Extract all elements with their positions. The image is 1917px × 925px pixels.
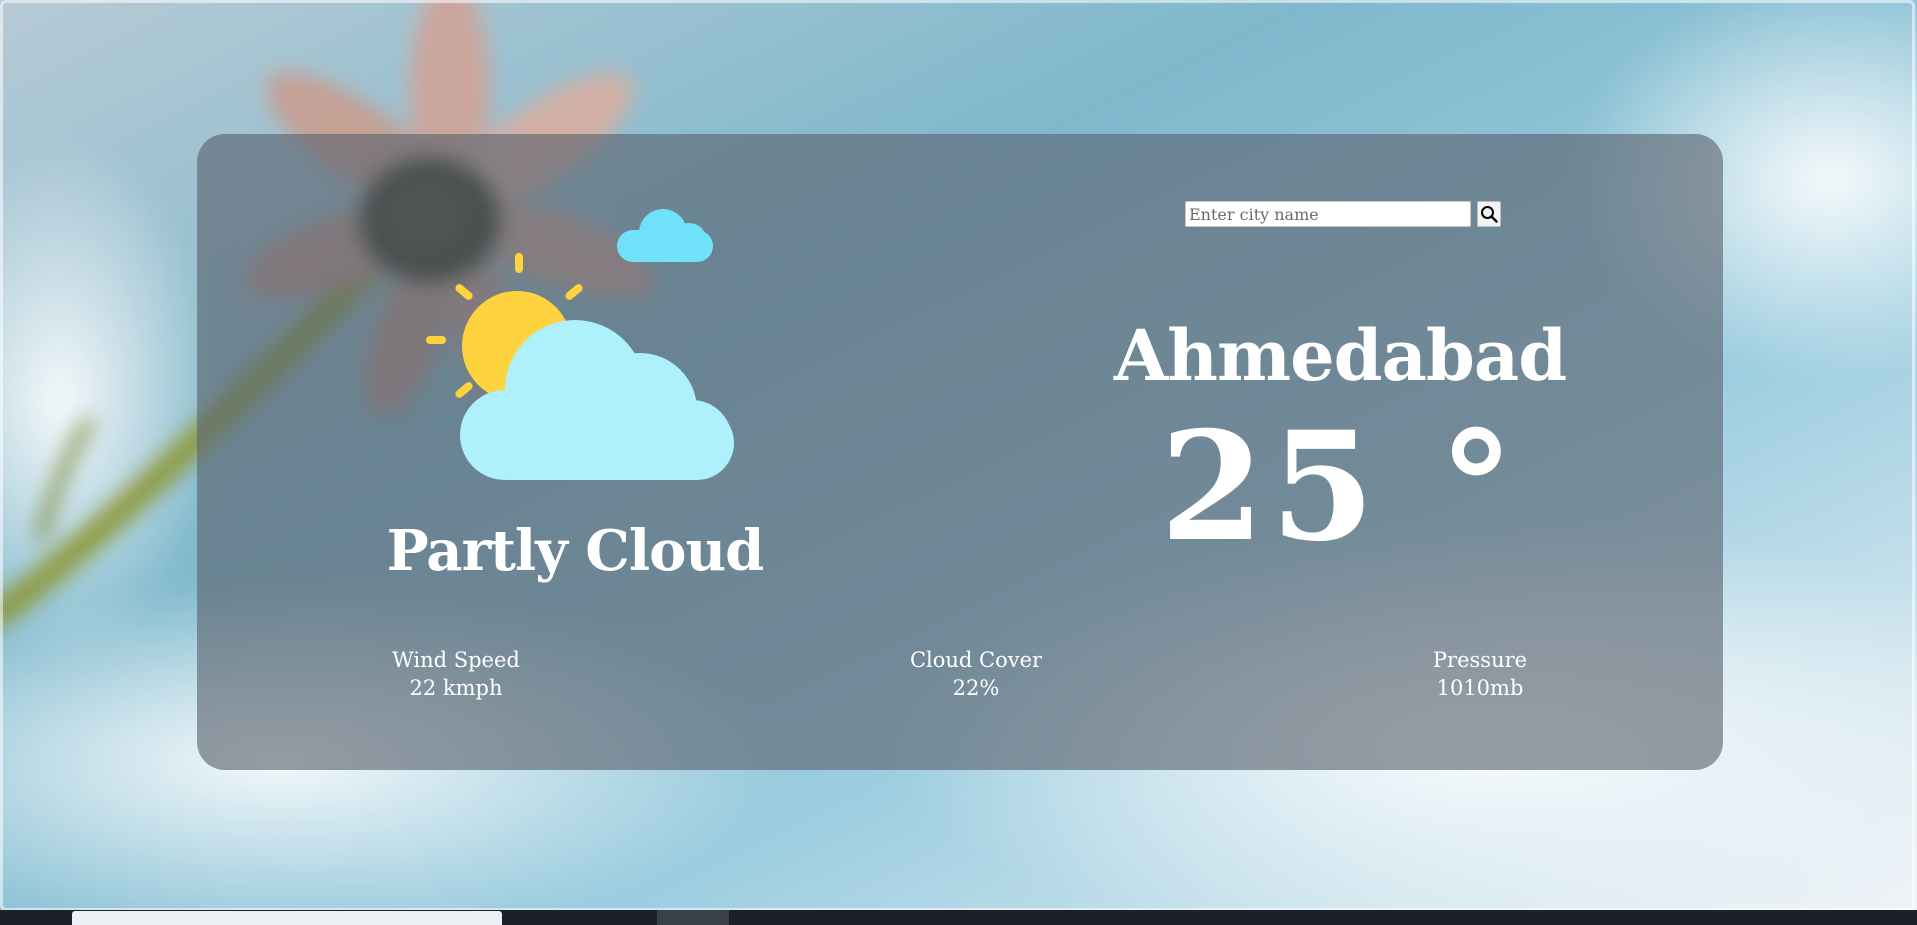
pressure-stat: Pressure 1010mb	[1370, 646, 1590, 702]
taskbar-active-app[interactable]	[657, 910, 729, 925]
taskbar-search-box[interactable]	[72, 911, 502, 925]
pressure-label: Pressure	[1432, 648, 1528, 672]
search-icon	[1481, 206, 1498, 223]
temperature-value: 25 °	[1160, 399, 1520, 575]
small-cloud-icon	[617, 209, 713, 262]
partly-cloudy-icon	[426, 209, 734, 480]
cloud-cover-stat: Cloud Cover 22%	[866, 646, 1086, 702]
weather-condition: Partly Cloud	[386, 518, 765, 584]
city-search-input[interactable]	[1185, 201, 1471, 227]
city-name: Ahmedabad	[1113, 314, 1567, 397]
wind-speed-label: Wind Speed	[392, 648, 520, 672]
cloud-cover-label: Cloud Cover	[909, 648, 1043, 672]
cloud-cover-value: 22%	[952, 676, 1000, 700]
search-button[interactable]	[1477, 201, 1501, 227]
city-search	[1185, 201, 1501, 227]
wind-speed-value: 22 kmph	[409, 676, 503, 700]
browser-viewport: Partly Cloud Ahmedabad 25 ° Wind Speed 2…	[0, 0, 1917, 910]
wind-speed-stat: Wind Speed 22 kmph	[346, 646, 566, 702]
pressure-value: 1010mb	[1436, 676, 1524, 700]
os-taskbar	[0, 910, 1917, 925]
